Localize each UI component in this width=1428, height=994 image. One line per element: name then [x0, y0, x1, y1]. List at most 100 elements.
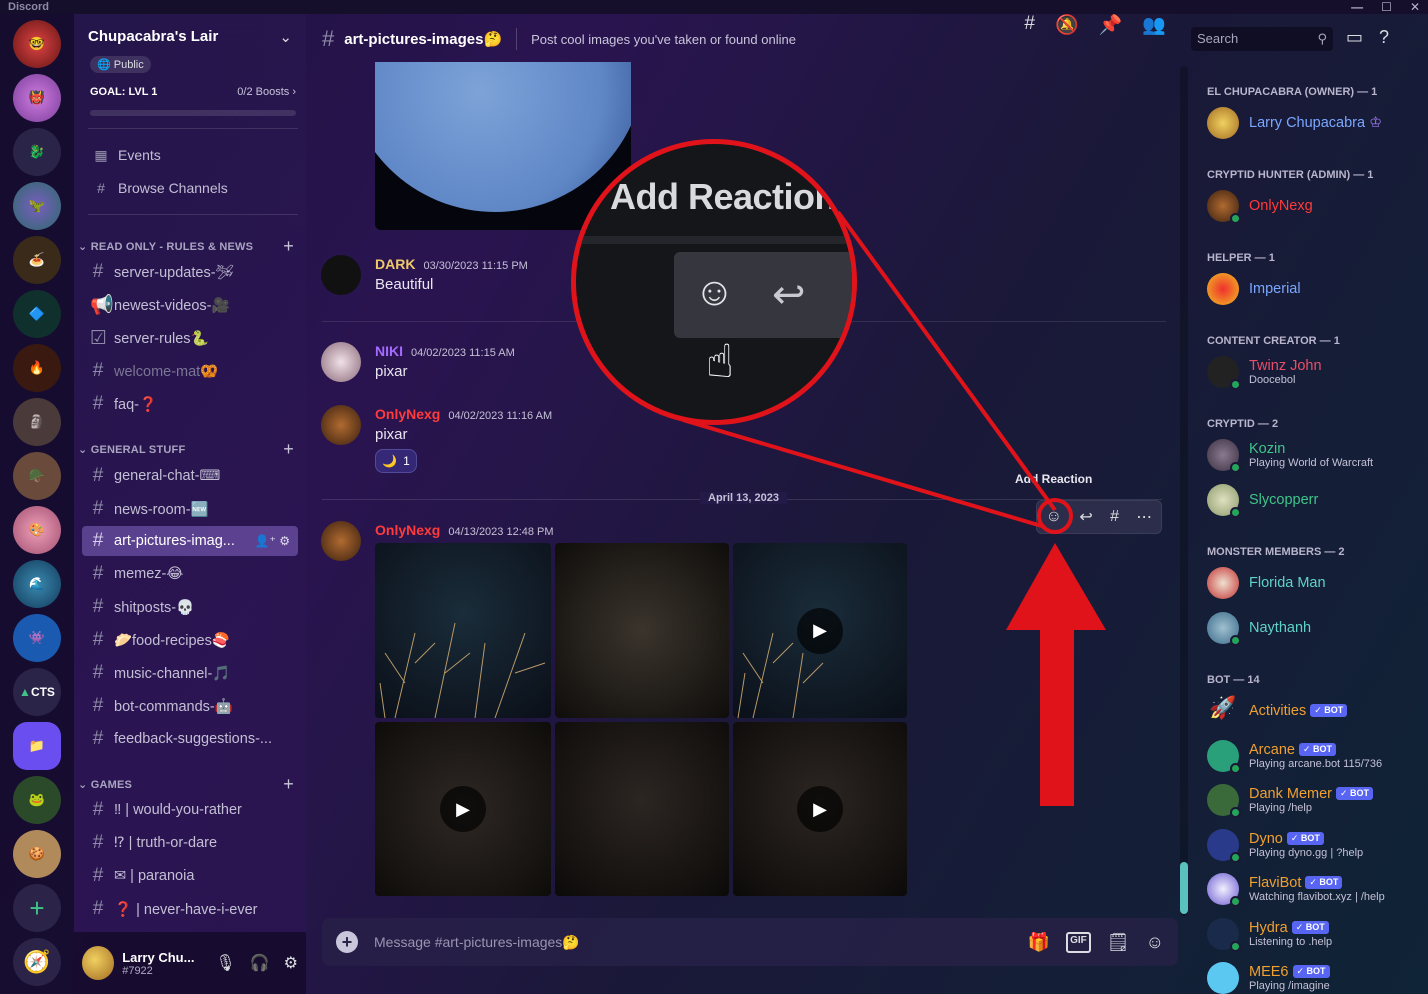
close-button[interactable]: ✕ [1410, 0, 1420, 14]
play-icon[interactable]: ▶ [440, 786, 486, 832]
channel-topic[interactable]: Post cool images you've taken or found o… [531, 32, 796, 47]
folder-icon[interactable]: 📁 [13, 722, 61, 770]
channel-item[interactable]: # news-room-🆕 [82, 494, 298, 524]
member-item[interactable]: 🚀 Activities ✓ BOT [1207, 690, 1422, 732]
inbox-icon[interactable]: ▭ [1346, 27, 1363, 48]
category-general[interactable]: ⌄ GENERAL STUFF + [78, 439, 294, 460]
server-icon[interactable]: 🐉 [13, 128, 61, 176]
nav-events[interactable]: ▦ Events [88, 141, 298, 169]
channel-item-active[interactable]: # art-pictures-imag... 👤⁺ ⚙ [82, 526, 298, 556]
scrollbar-thumb[interactable] [1180, 862, 1188, 914]
add-channel-icon[interactable]: + [283, 236, 294, 257]
threads-icon[interactable]: # [1024, 13, 1035, 37]
reaction-chip[interactable]: 🌙 1 [375, 449, 417, 473]
channel-item[interactable]: # server-updates-🛩 [82, 257, 298, 287]
channel-item[interactable]: 📢 newest-videos-🎥 [82, 290, 298, 320]
member-item[interactable]: Imperial [1207, 268, 1422, 310]
member-item[interactable]: Arcane ✓ BOT Playing arcane.bot 115/736 [1207, 735, 1422, 777]
search-input[interactable]: Search ⚲ [1191, 27, 1333, 51]
channel-item[interactable]: # music-channel-🎵 [82, 658, 298, 688]
gif-button[interactable]: GIF [1066, 931, 1091, 953]
sticker-icon[interactable]: 🗒 [1107, 932, 1130, 953]
member-list-icon[interactable]: 👥 [1142, 13, 1166, 37]
add-channel-icon[interactable]: + [283, 439, 294, 460]
message-input[interactable]: Message #art-pictures-images🤔 [374, 934, 580, 951]
member-item[interactable]: Dank Memer ✓ BOT Playing /help [1207, 779, 1422, 821]
category-games[interactable]: ⌄ GAMES + [78, 774, 294, 795]
channel-item[interactable]: # feedback-suggestions-... [82, 724, 298, 754]
gift-icon[interactable]: 🎁 [1028, 932, 1050, 953]
member-item[interactable]: FlaviBot ✓ BOT Watching flavibot.xyz | /he… [1207, 868, 1422, 910]
minimize-button[interactable]: — [1351, 0, 1363, 14]
channel-item[interactable]: # faq-❓ [82, 389, 298, 419]
server-icon[interactable]: 👹 [13, 74, 61, 122]
server-icon[interactable]: 👾 [13, 614, 61, 662]
channel-item[interactable]: # ‼ | would-you-rather [82, 795, 298, 825]
server-icon[interactable]: 🔷 [13, 290, 61, 338]
pin-icon[interactable]: 📌 [1099, 13, 1123, 37]
channel-item[interactable]: ☑ server-rules🐍 [82, 323, 298, 353]
channel-item[interactable]: # shitposts-💀 [82, 592, 298, 622]
member-item[interactable]: OnlyNexg [1207, 185, 1422, 227]
server-icon[interactable]: 🗿 [13, 398, 61, 446]
invite-icon[interactable]: 👤⁺ [255, 534, 276, 548]
avatar[interactable] [321, 521, 361, 561]
add-attachment-icon[interactable]: + [336, 931, 358, 953]
member-item[interactable]: Hydra ✓ BOT Listening to .help [1207, 913, 1422, 955]
channel-item[interactable]: # ✉ | paranoia [82, 861, 298, 891]
more-options-icon[interactable]: ⋯ [1136, 507, 1152, 527]
avatar[interactable] [321, 342, 361, 382]
category-readonly[interactable]: ⌄ READ ONLY - RULES & NEWS + [78, 236, 294, 257]
message-author[interactable]: OnlyNexg [375, 522, 440, 538]
headphones-icon[interactable]: 🎧 [250, 953, 270, 973]
channel-item[interactable]: # memez-😂 [82, 559, 298, 589]
add-channel-icon[interactable]: + [283, 774, 294, 795]
member-item[interactable]: Slycopperr [1207, 479, 1422, 521]
channel-item[interactable]: # ⁉ | truth-or-dare [82, 828, 298, 858]
server-icon[interactable]: 🦖 [13, 182, 61, 230]
message-author[interactable]: NIKI [375, 343, 403, 359]
nav-browse-channels[interactable]: # Browse Channels [88, 174, 298, 202]
server-icon[interactable]: 🪖 [13, 452, 61, 500]
member-item[interactable]: MEE6 ✓ BOT Playing /imagine [1207, 957, 1422, 994]
media-tile[interactable] [555, 722, 729, 896]
channel-item[interactable]: # bot-commands-🤖 [82, 691, 298, 721]
scrollbar-track[interactable] [1180, 66, 1188, 916]
member-item[interactable]: Twinz John Doocebol [1207, 351, 1422, 393]
server-icon-cts[interactable]: ▲ CTS [13, 668, 61, 716]
avatar[interactable] [321, 255, 361, 295]
channel-item[interactable]: # 🥟food-recipes🍣 [82, 625, 298, 655]
boost-goal[interactable]: GOAL: LVL 1 0/2 Boosts › [90, 86, 296, 98]
add-server-icon[interactable]: + [13, 884, 61, 932]
server-icon[interactable]: 🌊 [13, 560, 61, 608]
explore-servers-icon[interactable]: 🧭 [13, 938, 61, 986]
member-item[interactable]: Dyno ✓ BOT Playing dyno.gg | ?help [1207, 824, 1422, 866]
member-item[interactable]: Florida Man [1207, 562, 1422, 604]
play-icon[interactable]: ▶ [797, 786, 843, 832]
message-author[interactable]: DARK [375, 256, 415, 272]
chevron-down-icon[interactable]: ⌄ [279, 28, 292, 64]
emoji-icon[interactable]: ☺ [1146, 932, 1164, 953]
help-icon[interactable]: ? [1379, 27, 1389, 48]
gear-icon[interactable]: ⚙ [279, 534, 290, 548]
server-icon[interactable]: 🍪 [13, 830, 61, 878]
channel-item[interactable]: # ❓ | never-have-i-ever [82, 894, 298, 924]
message-author[interactable]: OnlyNexg [375, 406, 440, 422]
channel-item[interactable]: # welcome-mat🥨 [82, 356, 298, 386]
avatar[interactable] [321, 405, 361, 445]
media-tile[interactable] [555, 543, 729, 718]
reply-icon[interactable]: ↩ [1079, 507, 1092, 527]
server-icon[interactable]: 🔥 [13, 344, 61, 392]
member-item[interactable]: Naythanh [1207, 607, 1422, 649]
media-tile[interactable]: ▶ [375, 722, 551, 896]
media-tile[interactable] [375, 543, 551, 718]
maximize-button[interactable]: ☐ [1381, 0, 1392, 14]
server-icon[interactable]: 🍝 [13, 236, 61, 284]
notification-mute-icon[interactable]: 🔕 [1055, 13, 1079, 37]
play-icon[interactable]: ▶ [797, 607, 843, 654]
server-icon[interactable]: 🐸 [13, 776, 61, 824]
channel-item[interactable]: # general-chat-⌨ [82, 461, 298, 491]
gear-icon[interactable]: ⚙ [284, 953, 298, 973]
avatar[interactable] [82, 946, 115, 980]
create-thread-icon[interactable]: # [1110, 508, 1119, 526]
